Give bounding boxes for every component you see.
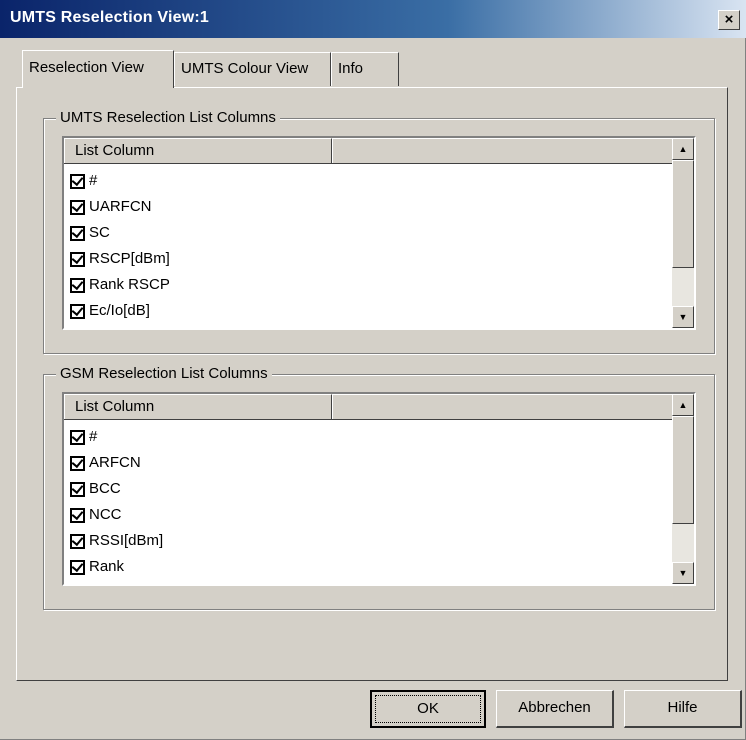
checkbox-checked[interactable] (70, 455, 85, 471)
list-item[interactable]: Rank (70, 554, 163, 580)
checkbox-checked[interactable] (70, 225, 85, 241)
checkbox-checked[interactable] (70, 199, 85, 215)
list-item[interactable]: ARFCN (70, 450, 163, 476)
window-title: UMTS Reselection View:1 (10, 9, 210, 26)
cancel-button[interactable]: Abbrechen (496, 690, 614, 728)
list-item-label: RSSI[dBm] (89, 532, 164, 549)
dialog-window: UMTS Reselection View:1 × Reselection Vi… (0, 0, 746, 740)
list-item[interactable]: Ec/Io[dB] (70, 298, 170, 324)
umts-header-empty-column[interactable] (332, 138, 672, 163)
list-item[interactable]: # (70, 424, 163, 450)
close-button[interactable]: × (718, 10, 740, 30)
scroll-down-button[interactable]: ▼ (672, 562, 694, 584)
check-icon (71, 225, 84, 238)
checkbox-checked[interactable] (70, 429, 85, 445)
check-icon (71, 251, 84, 264)
list-item[interactable]: UARFCN (70, 194, 170, 220)
gsm-scrollbar[interactable]: ▲ ▼ (672, 394, 694, 584)
gsm-group-title: GSM Reselection List Columns (56, 365, 272, 383)
checkbox-checked[interactable] (70, 481, 85, 497)
checkbox-checked[interactable] (70, 173, 85, 189)
checkbox-checked[interactable] (70, 533, 85, 549)
list-item[interactable]: RSSI[dBm] (70, 528, 163, 554)
check-icon (71, 429, 84, 442)
list-item[interactable]: SC (70, 220, 170, 246)
list-item-label: NCC (89, 506, 122, 523)
scroll-up-button[interactable]: ▲ (672, 394, 694, 416)
list-item-label: Ec/Io[dB] (89, 302, 150, 319)
scroll-thumb[interactable] (672, 160, 694, 268)
check-icon (71, 455, 84, 468)
scroll-down-button[interactable]: ▼ (672, 306, 694, 328)
tab-reselection-view[interactable]: Reselection View (22, 50, 174, 88)
list-item-label: RSCP[dBm] (89, 250, 170, 267)
check-icon (71, 533, 84, 546)
list-item[interactable]: Rank RSCP (70, 272, 170, 298)
close-icon: × (724, 11, 734, 28)
list-item-label: Rank RSCP (89, 276, 170, 293)
arrow-down-icon: ▼ (678, 568, 688, 578)
scroll-thumb[interactable] (672, 416, 694, 524)
list-item-label: SC (89, 224, 110, 241)
gsm-items: # ARFCN BCC NCC RSSI[dBm] Rank (70, 424, 163, 580)
list-item-label: # (89, 428, 98, 445)
umts-group-title: UMTS Reselection List Columns (56, 109, 280, 127)
list-item[interactable]: # (70, 168, 170, 194)
list-item-label: UARFCN (89, 198, 152, 215)
check-icon (71, 559, 84, 572)
scroll-up-button[interactable]: ▲ (672, 138, 694, 160)
tab-panel: UMTS Reselection List Columns List Colum… (16, 87, 728, 681)
umts-list-header: List Column (64, 138, 672, 164)
title-bar[interactable]: UMTS Reselection View:1 × (0, 0, 746, 38)
list-item-label: Rank (89, 558, 125, 575)
tab-umts-colour-view[interactable]: UMTS Colour View (174, 52, 331, 86)
check-icon (71, 303, 84, 316)
list-item-label: BCC (89, 480, 121, 497)
list-item-label: ARFCN (89, 454, 141, 471)
check-icon (71, 481, 84, 494)
umts-items: # UARFCN SC RSCP[dBm] Rank RSCP Ec/Io[dB… (70, 168, 170, 324)
arrow-up-icon: ▲ (678, 400, 688, 410)
checkbox-checked[interactable] (70, 251, 85, 267)
umts-scrollbar[interactable]: ▲ ▼ (672, 138, 694, 328)
gsm-columns-group: GSM Reselection List Columns List Column… (43, 365, 715, 610)
list-item[interactable]: BCC (70, 476, 163, 502)
arrow-down-icon: ▼ (678, 312, 688, 322)
umts-header-list-column[interactable]: List Column (64, 138, 332, 163)
arrow-up-icon: ▲ (678, 144, 688, 154)
gsm-header-empty-column[interactable] (332, 394, 672, 419)
gsm-list-header: List Column (64, 394, 672, 420)
list-item[interactable]: RSCP[dBm] (70, 246, 170, 272)
check-icon (71, 173, 84, 186)
check-icon (71, 507, 84, 520)
list-item-label: # (89, 172, 98, 189)
umts-columns-group: UMTS Reselection List Columns List Colum… (43, 109, 715, 354)
umts-column-list[interactable]: List Column # UARFCN SC RSCP[dBm] Rank R… (62, 136, 696, 330)
checkbox-checked[interactable] (70, 507, 85, 523)
list-item[interactable]: NCC (70, 502, 163, 528)
tab-info[interactable]: Info (331, 52, 399, 86)
check-icon (71, 277, 84, 290)
checkbox-checked[interactable] (70, 559, 85, 575)
help-button[interactable]: Hilfe (624, 690, 742, 728)
ok-button[interactable]: OK (370, 690, 486, 728)
checkbox-checked[interactable] (70, 277, 85, 293)
gsm-header-list-column[interactable]: List Column (64, 394, 332, 419)
check-icon (71, 199, 84, 212)
checkbox-checked[interactable] (70, 303, 85, 319)
gsm-column-list[interactable]: List Column # ARFCN BCC NCC RSSI[dBm] Ra… (62, 392, 696, 586)
